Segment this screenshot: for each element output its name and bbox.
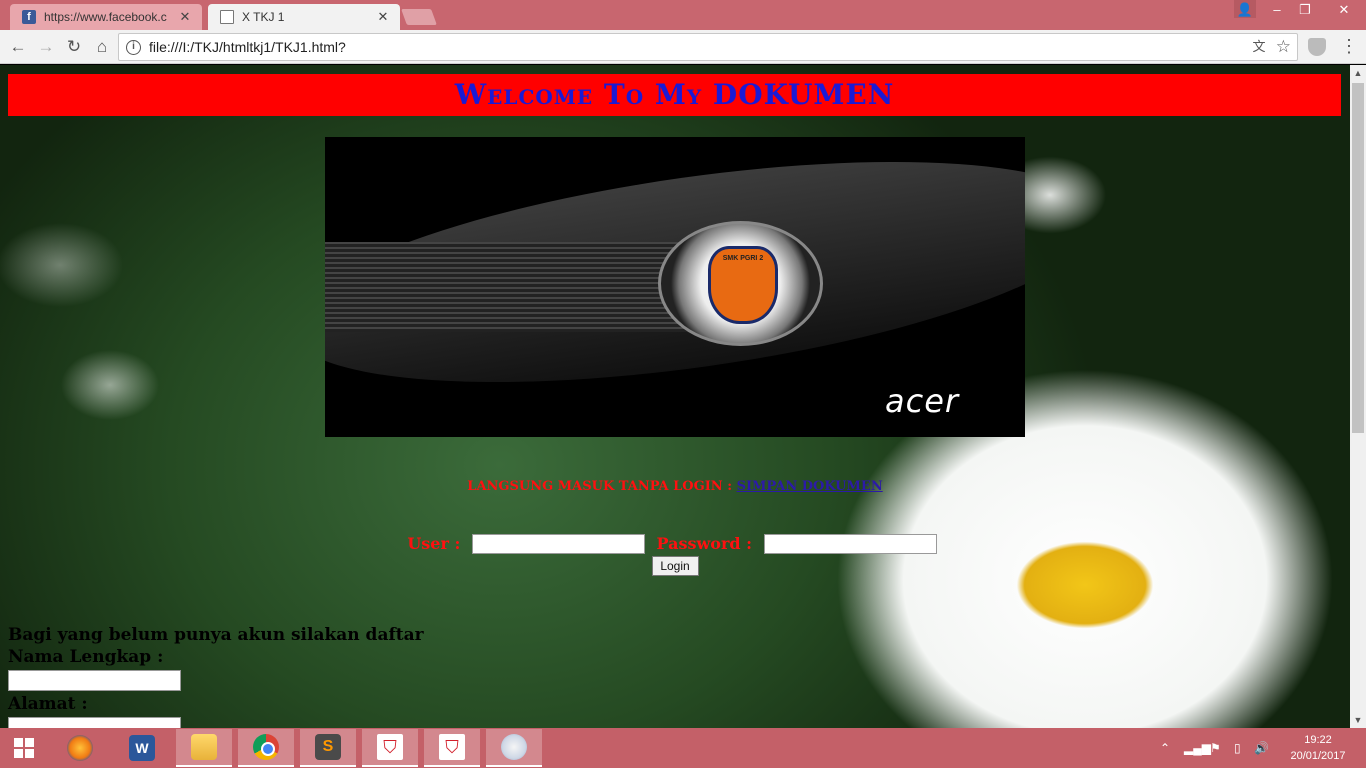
- page-scrollbar[interactable]: ▲ ▼: [1350, 65, 1366, 728]
- taskbar-word[interactable]: W: [114, 729, 170, 767]
- address-label: Alamat :: [8, 694, 88, 714]
- hero-image: SMK PGRI 2 acer: [325, 137, 1025, 437]
- full-name-input[interactable]: [8, 670, 181, 691]
- page-title: Welcome To My DOKUMEN: [454, 78, 895, 111]
- tab-facebook[interactable]: f https://www.facebook.c ✕: [10, 4, 202, 30]
- taskbar-shield-app-2[interactable]: ⛉: [424, 729, 480, 767]
- tab-label: X TKJ 1: [242, 10, 285, 24]
- address-bar[interactable]: i file:///I:/TKJ/htmltkj1/TKJ1.html? 文 ☆: [118, 33, 1298, 61]
- menu-icon[interactable]: ⋮: [1340, 36, 1358, 56]
- show-hidden-icons[interactable]: ⌃: [1160, 728, 1170, 768]
- welcome-banner: Welcome To My DOKUMEN: [8, 74, 1341, 116]
- close-tab-icon[interactable]: ✕: [376, 9, 390, 25]
- volume-icon[interactable]: 🔊: [1254, 728, 1269, 768]
- translate-icon[interactable]: 文: [1251, 39, 1267, 55]
- clock-time: 19:22: [1304, 734, 1332, 746]
- home-icon[interactable]: ⌂: [90, 35, 114, 59]
- taskbar-firefox[interactable]: [52, 729, 108, 767]
- tab-label: https://www.facebook.c: [44, 10, 167, 24]
- close-tab-icon[interactable]: ✕: [178, 9, 192, 25]
- bookmark-star-icon[interactable]: ☆: [1276, 37, 1291, 57]
- taskbar-paint[interactable]: [486, 729, 542, 767]
- taskbar-sublime[interactable]: S: [300, 729, 356, 767]
- paint-icon: [501, 734, 527, 760]
- save-documents-link[interactable]: SIMPAN DOKUMEN: [737, 479, 883, 494]
- new-tab-button[interactable]: [401, 9, 437, 25]
- direct-access-text: LANGSUNG MASUK TANPA LOGIN: [467, 479, 723, 494]
- shield-icon: ⛉: [439, 734, 465, 760]
- forward-icon[interactable]: →: [34, 35, 58, 59]
- registration-heading: Bagi yang belum punya akun silakan dafta…: [8, 625, 424, 645]
- info-icon[interactable]: i: [126, 40, 141, 55]
- address-input[interactable]: [8, 717, 181, 728]
- firefox-icon: [67, 735, 93, 761]
- clock-date: 20/01/2017: [1290, 750, 1346, 762]
- brand-logo: acer: [885, 382, 960, 420]
- action-center-icon[interactable]: ⚑: [1210, 728, 1221, 768]
- network-icon[interactable]: ▂▄▆: [1184, 728, 1211, 768]
- windows-icon: [14, 738, 34, 758]
- taskbar-shield-app-1[interactable]: ⛉: [362, 729, 418, 767]
- password-label: Password :: [656, 534, 753, 553]
- school-logo: SMK PGRI 2: [658, 221, 823, 346]
- login-button[interactable]: Login: [651, 556, 699, 576]
- school-logo-text: SMK PGRI 2: [722, 255, 764, 262]
- facebook-icon: f: [22, 10, 36, 24]
- scroll-up-icon[interactable]: ▲: [1350, 65, 1366, 81]
- user-label: User :: [407, 534, 461, 553]
- url-text: file:///I:/TKJ/htmltkj1/TKJ1.html?: [149, 39, 346, 55]
- reload-icon[interactable]: ↻: [62, 35, 86, 59]
- start-button[interactable]: [0, 729, 48, 767]
- system-clock[interactable]: 19:22 20/01/2017: [1282, 732, 1354, 764]
- page-viewport: Welcome To My DOKUMEN SMK PGRI 2 acer LA…: [0, 65, 1350, 728]
- word-icon: W: [129, 735, 155, 761]
- registration-form: Bagi yang belum punya akun silakan dafta…: [8, 624, 424, 728]
- password-input[interactable]: [763, 533, 937, 554]
- back-icon[interactable]: ←: [6, 35, 30, 59]
- scroll-thumb[interactable]: [1352, 83, 1364, 433]
- minimize-button[interactable]: –: [1263, 0, 1291, 22]
- tab-tkj1[interactable]: X TKJ 1 ✕: [208, 4, 400, 30]
- battery-icon[interactable]: ▯: [1234, 728, 1241, 768]
- school-emblem: SMK PGRI 2: [708, 246, 778, 324]
- user-input[interactable]: [471, 533, 645, 554]
- folder-icon: [191, 734, 217, 760]
- document-icon: [220, 10, 234, 24]
- shield-icon: ⛉: [377, 734, 403, 760]
- taskbar-chrome[interactable]: [238, 729, 294, 767]
- separator: :: [727, 479, 733, 494]
- extension-icon[interactable]: [1308, 38, 1326, 56]
- sublime-text-icon: S: [315, 734, 341, 760]
- user-profile-icon[interactable]: 👤: [1234, 0, 1256, 18]
- full-name-label: Nama Lengkap :: [8, 647, 164, 667]
- scroll-down-icon[interactable]: ▼: [1350, 712, 1366, 728]
- close-window-button[interactable]: ✕: [1322, 0, 1366, 22]
- chrome-icon: [253, 734, 279, 760]
- login-button-row: Login: [0, 556, 1350, 576]
- windows-taskbar: W S ⛉ ⛉ ⌃ ▂▄▆ ⚑ ▯ 🔊 19:22 20/01/2017: [0, 728, 1366, 768]
- direct-access-line: LANGSUNG MASUK TANPA LOGIN : SIMPAN DOKU…: [0, 479, 1350, 494]
- browser-toolbar: ← → ↻ ⌂ i file:///I:/TKJ/htmltkj1/TKJ1.h…: [0, 30, 1366, 64]
- taskbar-file-explorer[interactable]: [176, 729, 232, 767]
- browser-titlebar: f https://www.facebook.c ✕ X TKJ 1 ✕ 👤 –…: [0, 0, 1366, 30]
- restore-button[interactable]: ❐: [1291, 0, 1319, 22]
- login-form: User : Password :: [0, 533, 1350, 554]
- laptop-vent-lines: [325, 242, 705, 332]
